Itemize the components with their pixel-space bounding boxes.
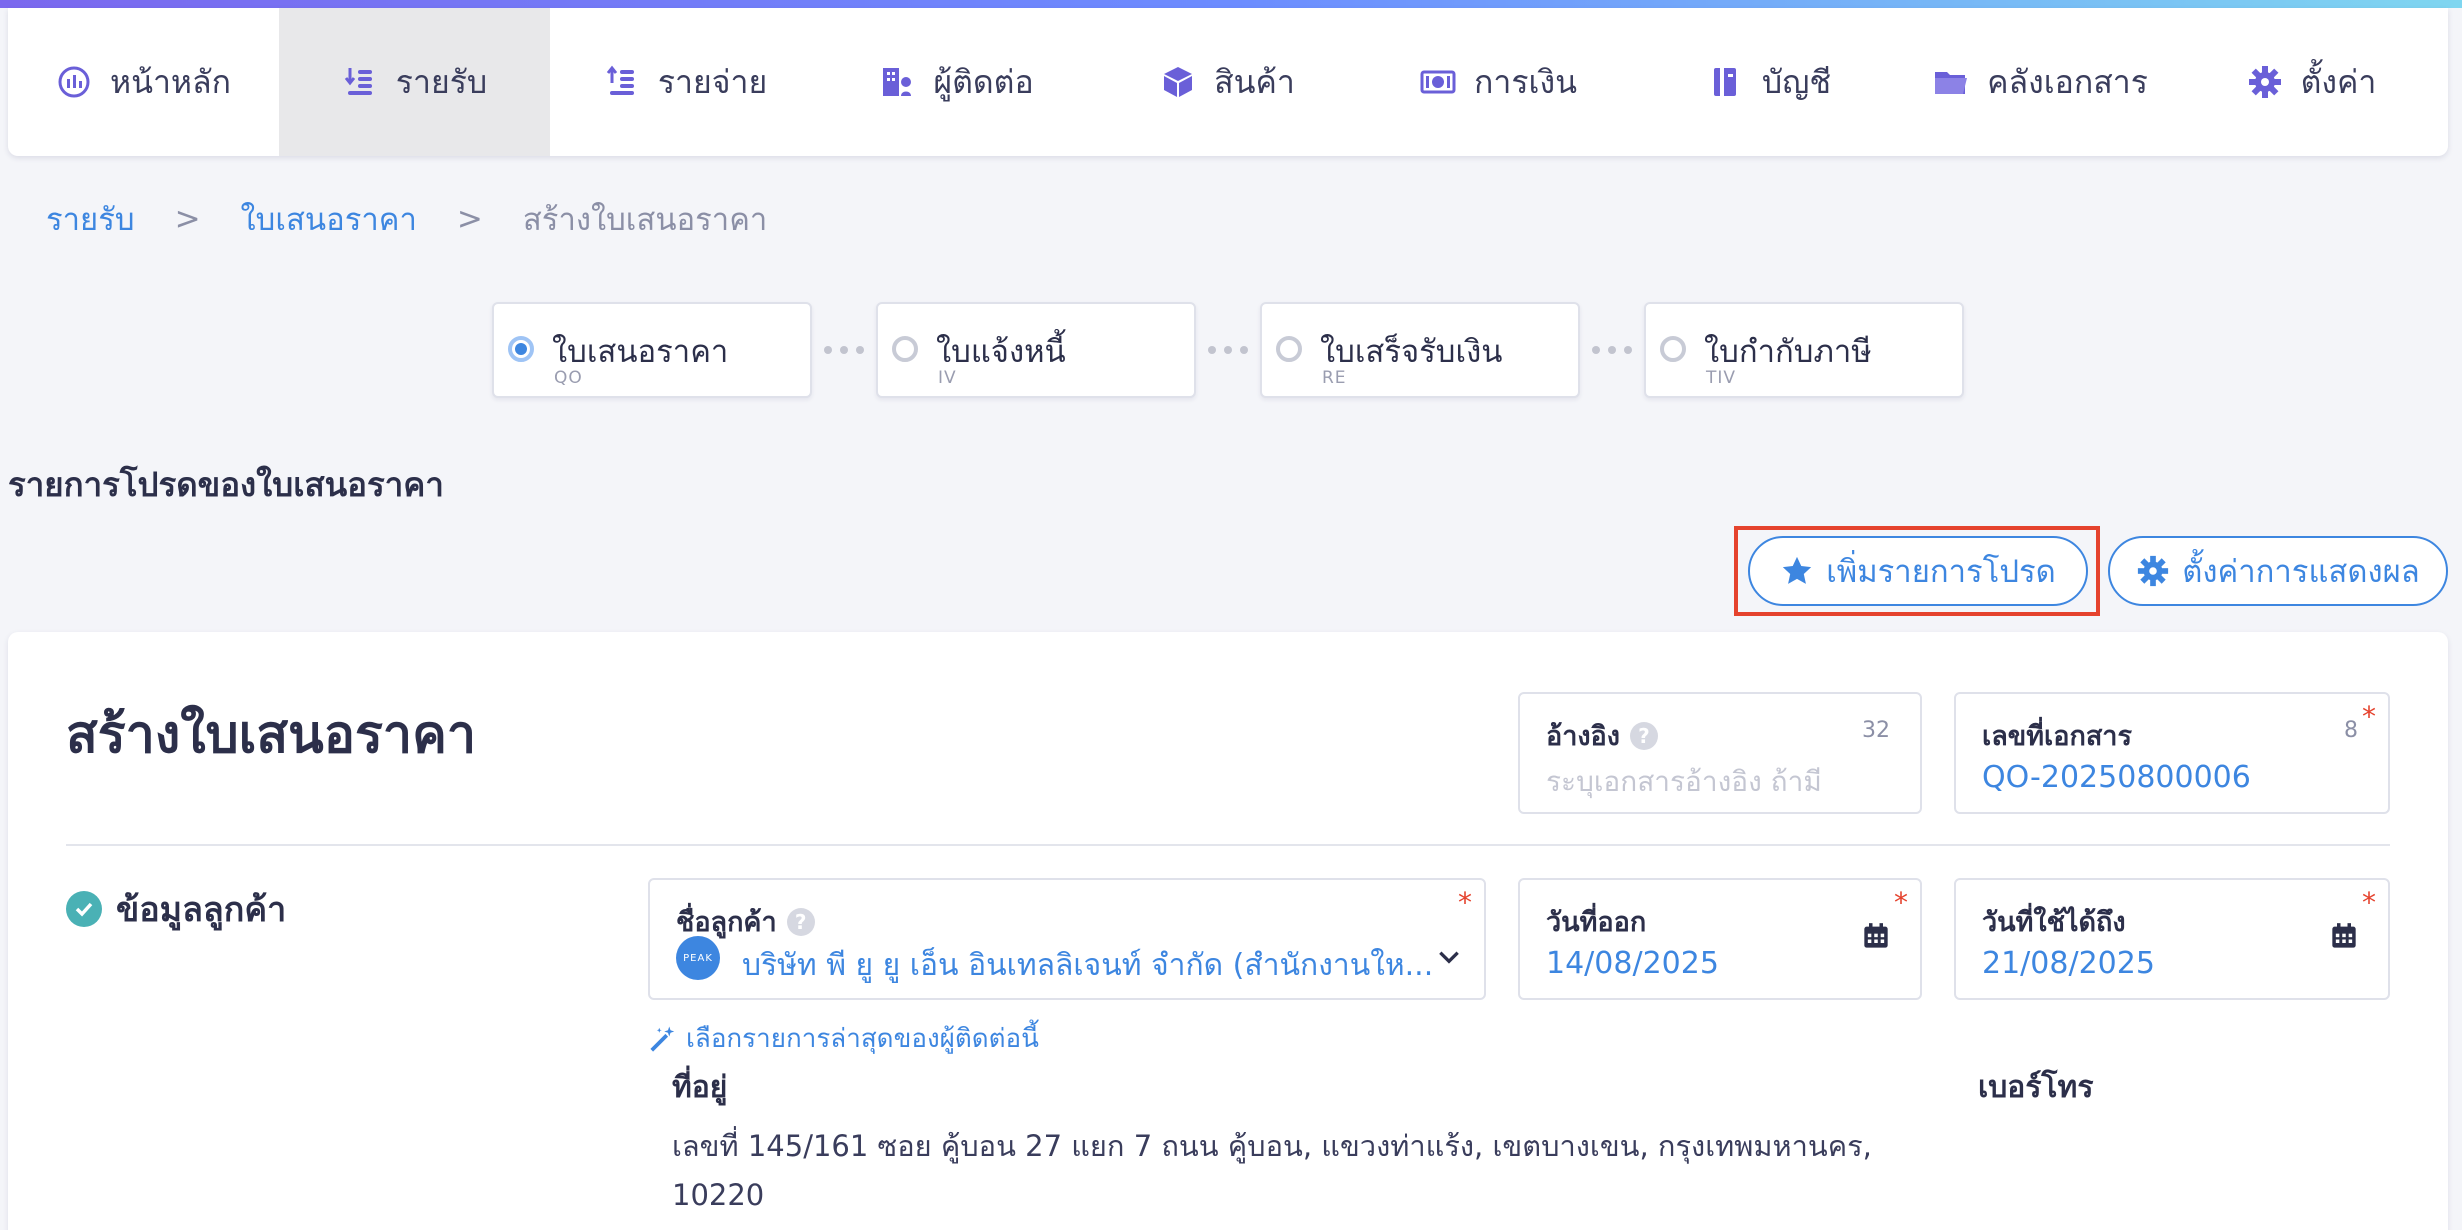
calendar-icon[interactable] — [2330, 922, 2358, 950]
doc-number-char-count: 8 — [2344, 718, 2358, 743]
issue-date-label: วันที่ออก — [1546, 907, 1647, 938]
nav-label: สินค้า — [1214, 62, 1295, 101]
nav-item-settings[interactable]: ตั้งค่า — [2176, 8, 2447, 156]
required-mark: * — [2362, 700, 2376, 733]
nav-item-contacts[interactable]: ผู้ติดต่อ — [821, 8, 1092, 156]
nav-label: ผู้ติดต่อ — [933, 62, 1034, 101]
required-mark: * — [1894, 886, 1908, 919]
step-radio — [892, 336, 918, 362]
required-mark: * — [1458, 886, 1472, 919]
nav-label: บัญชี — [1761, 62, 1832, 101]
top-gradient-bar — [0, 0, 2462, 8]
gear-icon — [2138, 555, 2169, 587]
star-icon — [1783, 556, 1812, 584]
valid-until-field[interactable]: วันที่ใช้ได้ถึง * 21/08/2025 — [1954, 878, 2390, 1000]
chart-icon — [58, 66, 90, 98]
step-connector — [1196, 346, 1260, 354]
check-circle-icon — [66, 891, 102, 927]
doc-number-field[interactable]: เลขที่เอกสาร 8 * QO-20250800006 — [1954, 692, 2390, 814]
page-title: สร้างใบเสนอราคา — [66, 705, 477, 765]
step-tax-invoice[interactable]: ใบกำกับภาษี TIV — [1644, 302, 1964, 398]
step-title: ใบเสร็จรับเงิน — [1320, 334, 1503, 370]
nav-item-accounts[interactable]: บัญชี — [1634, 8, 1905, 156]
section-divider — [66, 844, 2390, 846]
customer-logo: PEAK — [676, 936, 720, 980]
favorites-title: รายการโปรดของใบเสนอราคา — [8, 465, 444, 504]
nav-item-income[interactable]: รายรับ — [279, 8, 550, 156]
add-favorite-button[interactable]: เพิ่มรายการโปรด — [1748, 536, 2088, 606]
nav-label: ตั้งค่า — [2300, 62, 2377, 101]
issue-date-input[interactable]: 14/08/2025 — [1546, 946, 1719, 981]
step-quotation[interactable]: ใบเสนอราคา QO — [492, 302, 812, 398]
step-radio — [1276, 336, 1302, 362]
step-code: QO — [554, 368, 583, 388]
step-code: TIV — [1706, 368, 1737, 388]
nav-item-expense[interactable]: รายจ่าย — [550, 8, 821, 156]
step-radio — [1660, 336, 1686, 362]
ledger-icon — [1713, 68, 1736, 96]
building-icon — [883, 68, 912, 96]
display-settings-button[interactable]: ตั้งค่าการแสดงผล — [2108, 536, 2448, 606]
nav-item-home[interactable]: หน้าหลัก — [8, 8, 279, 156]
valid-until-input[interactable]: 21/08/2025 — [1982, 946, 2155, 981]
phone-label: เบอร์โทร — [1978, 1070, 2094, 1105]
step-code: RE — [1322, 368, 1347, 388]
folder-icon — [1935, 72, 1968, 94]
step-invoice[interactable]: ใบแจ้งหนี้ IV — [876, 302, 1196, 398]
select-recent-link[interactable]: เลือกรายการล่าสุดของผู้ติดต่อนี้ — [648, 1018, 1039, 1059]
nav-label: รายจ่าย — [657, 62, 768, 101]
nav-label: รายรับ — [395, 62, 488, 101]
reference-label-text: อ้างอิง — [1546, 721, 1620, 752]
nav-item-finance[interactable]: การเงิน — [1363, 8, 1634, 156]
issue-date-field[interactable]: วันที่ออก * 14/08/2025 — [1518, 878, 1922, 1000]
nav-label: การเงิน — [1474, 62, 1577, 101]
calendar-icon[interactable] — [1862, 922, 1890, 950]
box-icon — [1164, 67, 1193, 97]
display-settings-label: ตั้งค่าการแสดงผล — [2182, 554, 2420, 590]
customer-section-title: ข้อมูลลูกค้า — [66, 882, 286, 936]
breadcrumb-separator: > — [174, 201, 201, 237]
breadcrumb: รายรับ > ใบเสนอราคา > สร้างใบเสนอราคา — [46, 194, 767, 244]
step-code: IV — [938, 368, 957, 388]
valid-until-label: วันที่ใช้ได้ถึง — [1982, 907, 2126, 938]
help-icon[interactable]: ? — [1629, 721, 1658, 750]
select-recent-label: เลือกรายการล่าสุดของผู้ติดต่อนี้ — [686, 1024, 1039, 1054]
customer-name-field[interactable]: ชื่อลูกค้า ? * PEAK บริษัท พี ยู ยู เอ็น… — [648, 878, 1486, 1000]
add-favorite-label: เพิ่มรายการโปรด — [1826, 554, 2056, 590]
doc-number-label: เลขที่เอกสาร — [1982, 721, 2132, 752]
main-nav: หน้าหลัก รายรับ รายจ่าย ผู้ติดต่อ สินค้า… — [8, 8, 2448, 156]
required-mark: * — [2362, 886, 2376, 919]
nav-item-products[interactable]: สินค้า — [1092, 8, 1363, 156]
expense-icon — [606, 65, 634, 95]
gear-icon — [2248, 66, 2281, 98]
reference-field[interactable]: อ้างอิง ? 32 ระบุเอกสารอ้างอิง ถ้ามี — [1518, 692, 1922, 814]
nav-label: คลังเอกสาร — [1987, 62, 2148, 101]
reference-label: อ้างอิง ? — [1546, 714, 1658, 757]
reference-char-count: 32 — [1862, 718, 1890, 743]
breadcrumb-separator: > — [456, 201, 483, 237]
customer-name-value[interactable]: บริษัท พี ยู ยู เอ็น อินเทลลิเจนท์ จำกัด… — [742, 942, 1432, 989]
step-connector — [812, 346, 876, 354]
chevron-down-icon[interactable] — [1436, 944, 1462, 970]
step-radio — [508, 336, 534, 362]
income-icon — [344, 68, 372, 95]
document-flow-stepper: ใบเสนอราคา QO ใบแจ้งหนี้ IV ใบเสร็จรับเง… — [492, 302, 1964, 398]
customer-section-label: ข้อมูลลูกค้า — [116, 890, 287, 930]
address-label: ที่อยู่ — [672, 1070, 728, 1105]
doc-number-input[interactable]: QO-20250800006 — [1982, 760, 2251, 795]
nav-item-documents[interactable]: คลังเอกสาร — [1905, 8, 2176, 156]
help-icon[interactable]: ? — [786, 907, 815, 936]
money-icon — [1420, 70, 1456, 94]
reference-input[interactable]: ระบุเอกสารอ้างอิง ถ้ามี — [1546, 760, 1822, 804]
step-connector — [1580, 346, 1644, 354]
breadcrumb-current: สร้างใบเสนอราคา — [522, 202, 768, 238]
nav-label: หน้าหลัก — [109, 62, 231, 101]
magic-wand-icon — [650, 1026, 675, 1052]
breadcrumb-income[interactable]: รายรับ — [46, 194, 135, 244]
step-receipt[interactable]: ใบเสร็จรับเงิน RE — [1260, 302, 1580, 398]
quotation-form-card: สร้างใบเสนอราคา อ้างอิง ? 32 ระบุเอกสารอ… — [8, 632, 2448, 1230]
address-value: เลขที่ 145/161 ซอย คู้บอน 27 แยก 7 ถนน ค… — [672, 1129, 1872, 1212]
breadcrumb-quotation[interactable]: ใบเสนอราคา — [241, 194, 417, 244]
